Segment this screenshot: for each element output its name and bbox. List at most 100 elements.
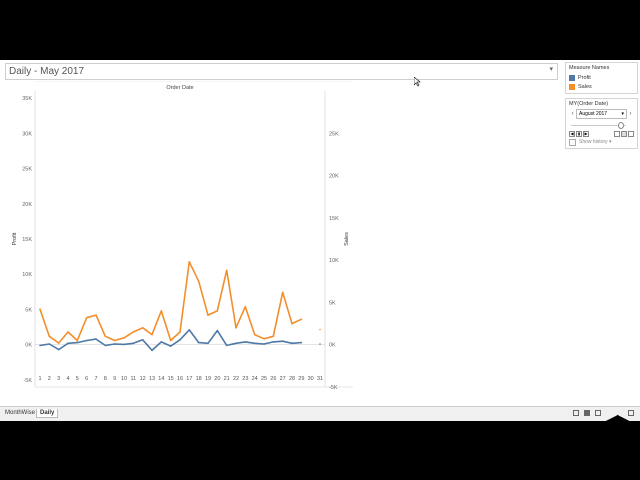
right-tick-label: 25K (329, 131, 339, 137)
pause-icon[interactable]: ▮ (576, 130, 582, 137)
x-tick-label: 1 (38, 376, 41, 382)
data-point-profit (197, 341, 200, 344)
tab-daily[interactable]: Daily (36, 409, 59, 418)
data-point-sales (48, 335, 51, 338)
play-forward-icon[interactable]: ▶ (583, 130, 589, 137)
left-tick-label: 10K (22, 272, 32, 278)
x-tick-label: 29 (298, 376, 304, 382)
speed-slow-icon[interactable] (614, 130, 620, 137)
left-tick-label: 5K (25, 307, 32, 313)
data-point-sales (225, 269, 228, 272)
x-tick-label: 28 (289, 376, 295, 382)
table-view-icon[interactable] (584, 410, 590, 416)
month-select[interactable]: August 2017 ▾ (576, 109, 627, 119)
right-tick-label: -5K (329, 385, 338, 391)
prev-arrow-icon[interactable]: ‹ (569, 111, 576, 117)
data-point-profit (48, 343, 51, 345)
play-back-icon[interactable]: ◀ (569, 130, 575, 137)
data-point-sales (132, 331, 135, 333)
month-select-value: August 2017 (579, 111, 608, 117)
film-strip-icon[interactable] (595, 410, 601, 416)
x-tick-label: 5 (76, 376, 79, 382)
data-point-profit (113, 343, 116, 345)
app-window: Daily - May 2017 ▾ Order Date -5K 0K 5K 10K 1… (0, 60, 640, 420)
x-tick-label: 21 (224, 376, 230, 382)
data-point-sales (197, 280, 200, 283)
legend-item-sales[interactable]: Sales (569, 82, 634, 91)
left-tick-label: 20K (22, 202, 32, 208)
left-tick-label: 0K (25, 343, 32, 349)
legend-item-profit[interactable]: Profit (569, 73, 634, 82)
x-tick-label: 8 (104, 376, 107, 382)
chevron-down-icon: ▾ (621, 111, 624, 117)
right-tick-label: 0K (329, 343, 336, 349)
x-tick-label: 30 (308, 376, 314, 382)
x-tick-label: 23 (242, 376, 248, 382)
data-point-sales (300, 318, 303, 321)
data-point-sales (253, 333, 256, 336)
data-point-profit (300, 341, 303, 344)
x-tick-label: 6 (85, 376, 88, 382)
data-point-sales (67, 331, 69, 333)
show-history-toggle[interactable]: Show history ▾ (569, 138, 634, 146)
left-tick-label: 35K (22, 96, 32, 102)
x-tick-label: 17 (186, 376, 192, 382)
month-pager: ‹ August 2017 ▾ › (569, 109, 634, 119)
show-history-checkbox[interactable] (569, 138, 576, 146)
next-sheet-icon[interactable]: ▶ (617, 410, 629, 429)
data-point-profit (151, 349, 153, 352)
data-point-profit (57, 348, 60, 351)
data-point-profit (291, 342, 293, 345)
data-point-profit (169, 345, 172, 347)
data-point-sales (319, 328, 321, 331)
page-title: Daily - May 2017 (9, 66, 85, 77)
x-tick-label: 31 (317, 376, 323, 382)
data-point-sales (85, 316, 88, 319)
speed-fast-icon[interactable] (628, 130, 634, 137)
x-tick-label: 18 (196, 376, 202, 382)
data-point-sales (216, 310, 219, 312)
x-tick-label: 16 (177, 376, 183, 382)
data-point-sales (244, 305, 247, 308)
slider-thumb[interactable] (618, 122, 624, 129)
data-point-sales (160, 310, 163, 312)
data-point-profit (141, 338, 144, 341)
data-point-profit (235, 342, 237, 345)
legend-label-sales: Sales (578, 83, 592, 90)
x-tick-label: 7 (94, 376, 97, 382)
chart-svg: Order Date-5K0K5K10K15K20K25K30K35K-5K0K… (12, 80, 353, 391)
data-point-profit (104, 344, 107, 347)
x-tick-label: 3 (57, 376, 60, 382)
right-tick-label: 20K (329, 174, 339, 180)
chevron-down-icon[interactable]: ▾ (549, 65, 553, 73)
data-point-profit (244, 341, 247, 343)
show-history-label: Show history (579, 139, 608, 145)
tab-monthwise[interactable]: MonthWise (2, 409, 38, 417)
data-point-sales (281, 291, 284, 294)
speed-medium-icon[interactable] (621, 130, 627, 137)
prev-sheet-icon[interactable]: ◀ (606, 410, 618, 429)
next-arrow-icon[interactable]: › (627, 111, 634, 117)
legend-swatch-sales (569, 83, 575, 90)
legend-card: Measure Names Profit Sales (565, 62, 638, 94)
x-tick-label: 9 (113, 376, 116, 382)
grid-view-icon[interactable] (573, 410, 579, 416)
data-point-profit (281, 340, 284, 342)
data-point-sales (123, 337, 125, 339)
left-tick-label: -5K (23, 378, 32, 384)
right-tick-label: 15K (329, 216, 339, 222)
chevron-down-icon[interactable]: ▾ (608, 139, 612, 145)
x-tick-label: 24 (252, 376, 258, 382)
data-point-sales (169, 339, 172, 342)
x-tick-label: 20 (214, 376, 220, 382)
status-icons: ◀ ▶ (573, 410, 634, 429)
x-tick-label: 11 (130, 376, 136, 382)
title-dropdown[interactable]: Daily - May 2017 ▾ (5, 63, 558, 80)
data-point-profit (95, 338, 97, 340)
data-point-profit (253, 342, 256, 345)
data-point-profit (319, 343, 321, 345)
x-tick-label: 25 (261, 376, 267, 382)
data-point-profit (85, 339, 88, 342)
month-slider[interactable] (569, 121, 634, 129)
fullscreen-icon[interactable] (628, 410, 634, 416)
